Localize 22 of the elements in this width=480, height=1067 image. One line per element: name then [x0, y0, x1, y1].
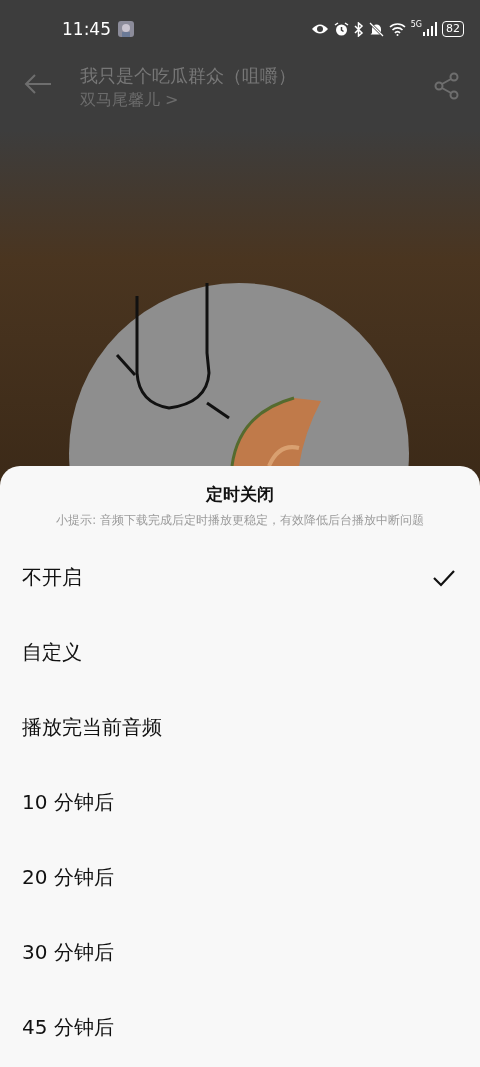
timer-option[interactable]: 不开启 [0, 540, 480, 615]
app-notification-icon [118, 21, 134, 37]
wifi-icon [388, 22, 406, 36]
bluetooth-icon [353, 21, 364, 37]
alarm-icon [333, 21, 349, 37]
eye-icon [310, 23, 329, 35]
track-title: 我只是个吃瓜群众（咀嚼） [80, 64, 297, 88]
timer-option[interactable]: 10 分钟后 [0, 765, 480, 840]
bell-muted-icon [368, 21, 384, 37]
timer-option[interactable]: 45 分钟后 [0, 990, 480, 1065]
sheet-title: 定时关闭 [205, 483, 275, 506]
timer-option[interactable]: 20 分钟后 [0, 840, 480, 915]
share-icon[interactable] [434, 72, 460, 100]
network-label: 5G [410, 20, 422, 29]
timer-option[interactable]: 30 分钟后 [0, 915, 480, 990]
status-time: 11:45 [62, 19, 111, 39]
back-arrow-icon[interactable] [24, 74, 52, 94]
signal-icon [423, 22, 437, 36]
timer-option[interactable]: 播放完当前音频 [0, 690, 480, 765]
timer-option[interactable]: 自定义 [0, 615, 480, 690]
hint-text: 小提示: 音频下载完成后定时播放更稳定，有效降低后台播放中断问题 [55, 513, 425, 528]
battery-indicator: 82 [442, 21, 464, 37]
